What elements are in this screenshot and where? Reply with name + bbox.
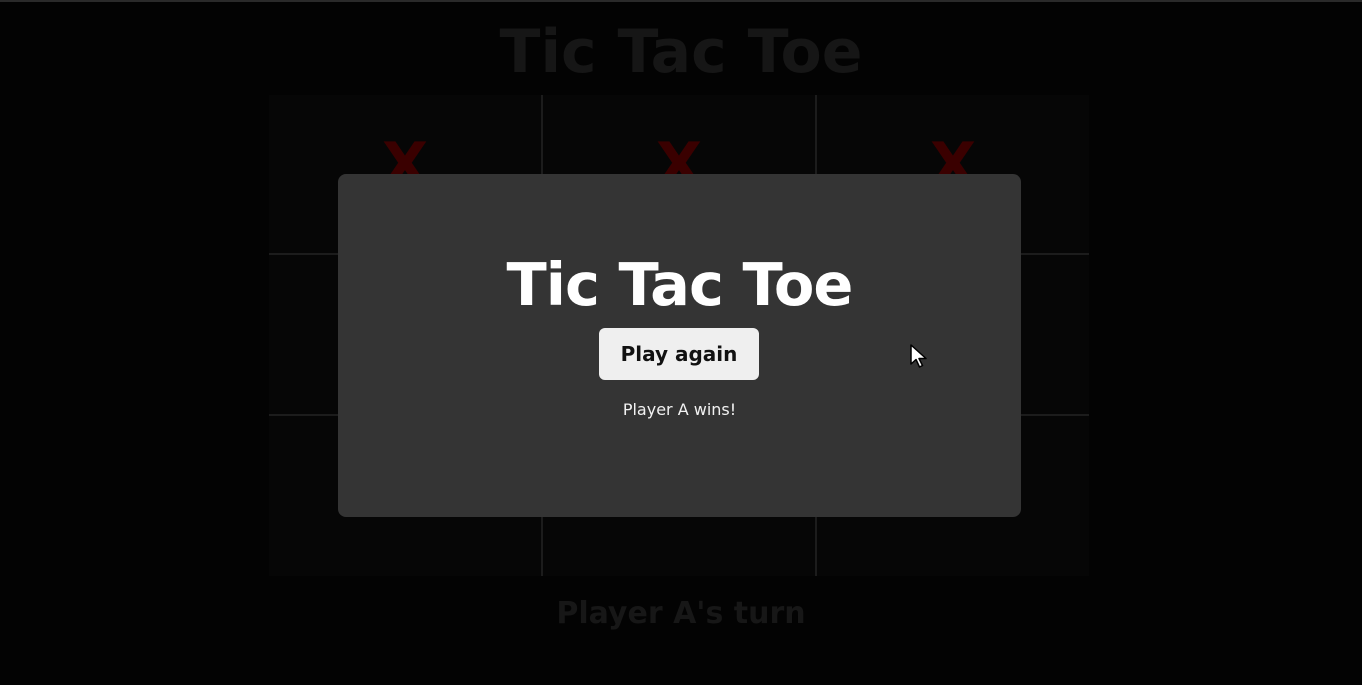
play-again-button[interactable]: Play again <box>599 328 759 380</box>
result-text: Player A wins! <box>622 400 737 419</box>
game-title: Tic Tac Toe <box>499 17 863 87</box>
top-border <box>0 0 1362 2</box>
modal-title: Tic Tac Toe <box>506 250 854 319</box>
game-page: Tic Tac Toe X X X Player A's turn Tic Ta… <box>0 0 1362 685</box>
turn-status: Player A's turn <box>556 596 806 631</box>
mouse-pointer-icon <box>910 344 927 368</box>
